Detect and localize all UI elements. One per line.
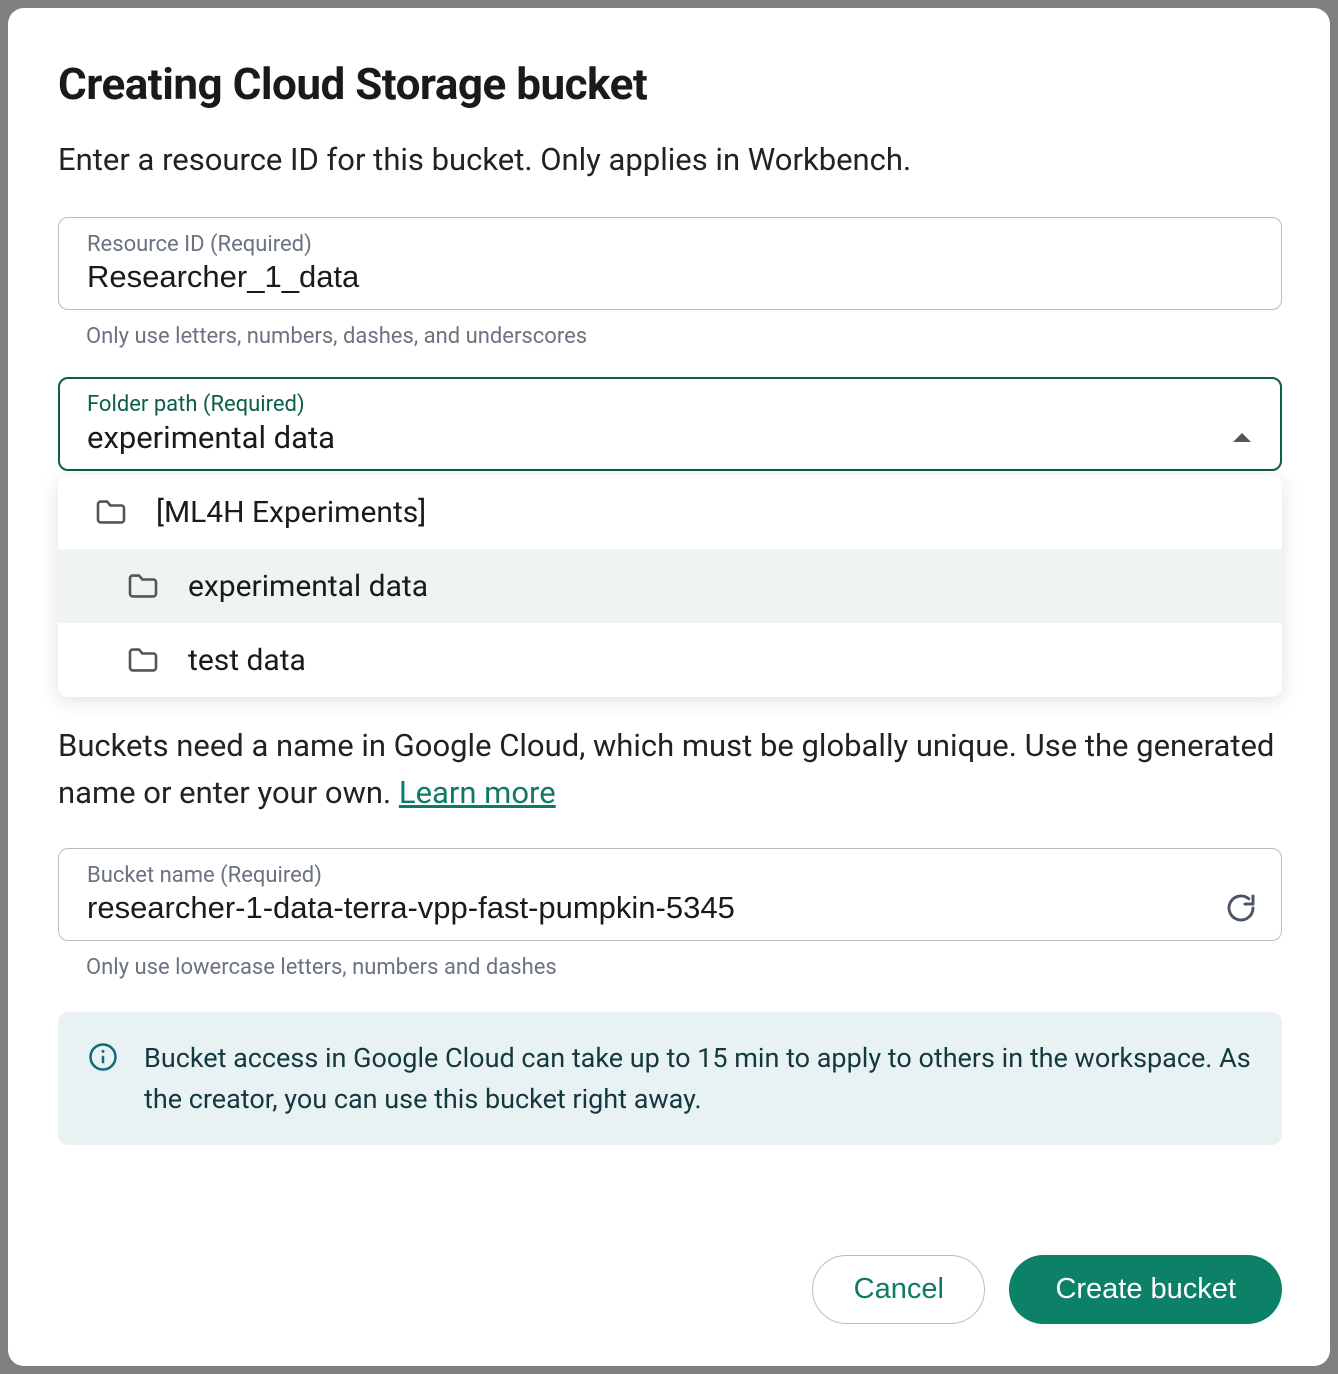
- cancel-button[interactable]: Cancel: [812, 1255, 985, 1324]
- bucket-name-help: Only use lowercase letters, numbers and …: [86, 955, 1282, 980]
- bucket-name-description: Buckets need a name in Google Cloud, whi…: [58, 723, 1282, 816]
- folder-icon: [126, 647, 160, 673]
- dialog-title: Creating Cloud Storage bucket: [58, 58, 1282, 110]
- dialog-subtitle: Enter a resource ID for this bucket. Onl…: [58, 138, 1282, 181]
- resource-id-help: Only use letters, numbers, dashes, and u…: [86, 324, 1282, 349]
- bucket-name-label: Bucket name (Required): [87, 863, 1257, 888]
- resource-id-label: Resource ID (Required): [87, 232, 1257, 257]
- folder-path-label: Folder path (Required): [87, 392, 1257, 417]
- folder-option-label: test data: [188, 643, 306, 678]
- alert-text: Bucket access in Google Cloud can take u…: [144, 1038, 1252, 1119]
- folder-option-label: experimental data: [188, 569, 428, 604]
- create-bucket-button[interactable]: Create bucket: [1009, 1255, 1282, 1324]
- folder-option-label: [ML4H Experiments]: [156, 495, 426, 530]
- info-icon: [88, 1042, 118, 1072]
- folder-path-value: experimental data: [87, 419, 1233, 456]
- resource-id-field[interactable]: Resource ID (Required): [58, 217, 1282, 310]
- bucket-desc-text: Buckets need a name in Google Cloud, whi…: [58, 727, 1274, 811]
- folder-icon: [94, 499, 128, 525]
- learn-more-link[interactable]: Learn more: [399, 774, 556, 811]
- resource-id-input[interactable]: [87, 259, 1257, 295]
- info-alert: Bucket access in Google Cloud can take u…: [58, 1012, 1282, 1145]
- folder-icon: [126, 573, 160, 599]
- folder-option[interactable]: test data: [58, 623, 1282, 697]
- create-bucket-dialog: Creating Cloud Storage bucket Enter a re…: [8, 8, 1330, 1366]
- folder-option[interactable]: experimental data: [58, 549, 1282, 623]
- folder-option[interactable]: [ML4H Experiments]: [58, 475, 1282, 549]
- bucket-name-input[interactable]: [87, 890, 1209, 926]
- folder-path-field[interactable]: Folder path (Required) experimental data: [58, 377, 1282, 471]
- dialog-actions: Cancel Create bucket: [58, 1255, 1282, 1324]
- folder-path-listbox: [ML4H Experiments] experimental data test …: [58, 475, 1282, 697]
- bucket-name-field[interactable]: Bucket name (Required): [58, 848, 1282, 941]
- chevron-up-icon: [1233, 433, 1251, 442]
- refresh-icon[interactable]: [1225, 892, 1257, 924]
